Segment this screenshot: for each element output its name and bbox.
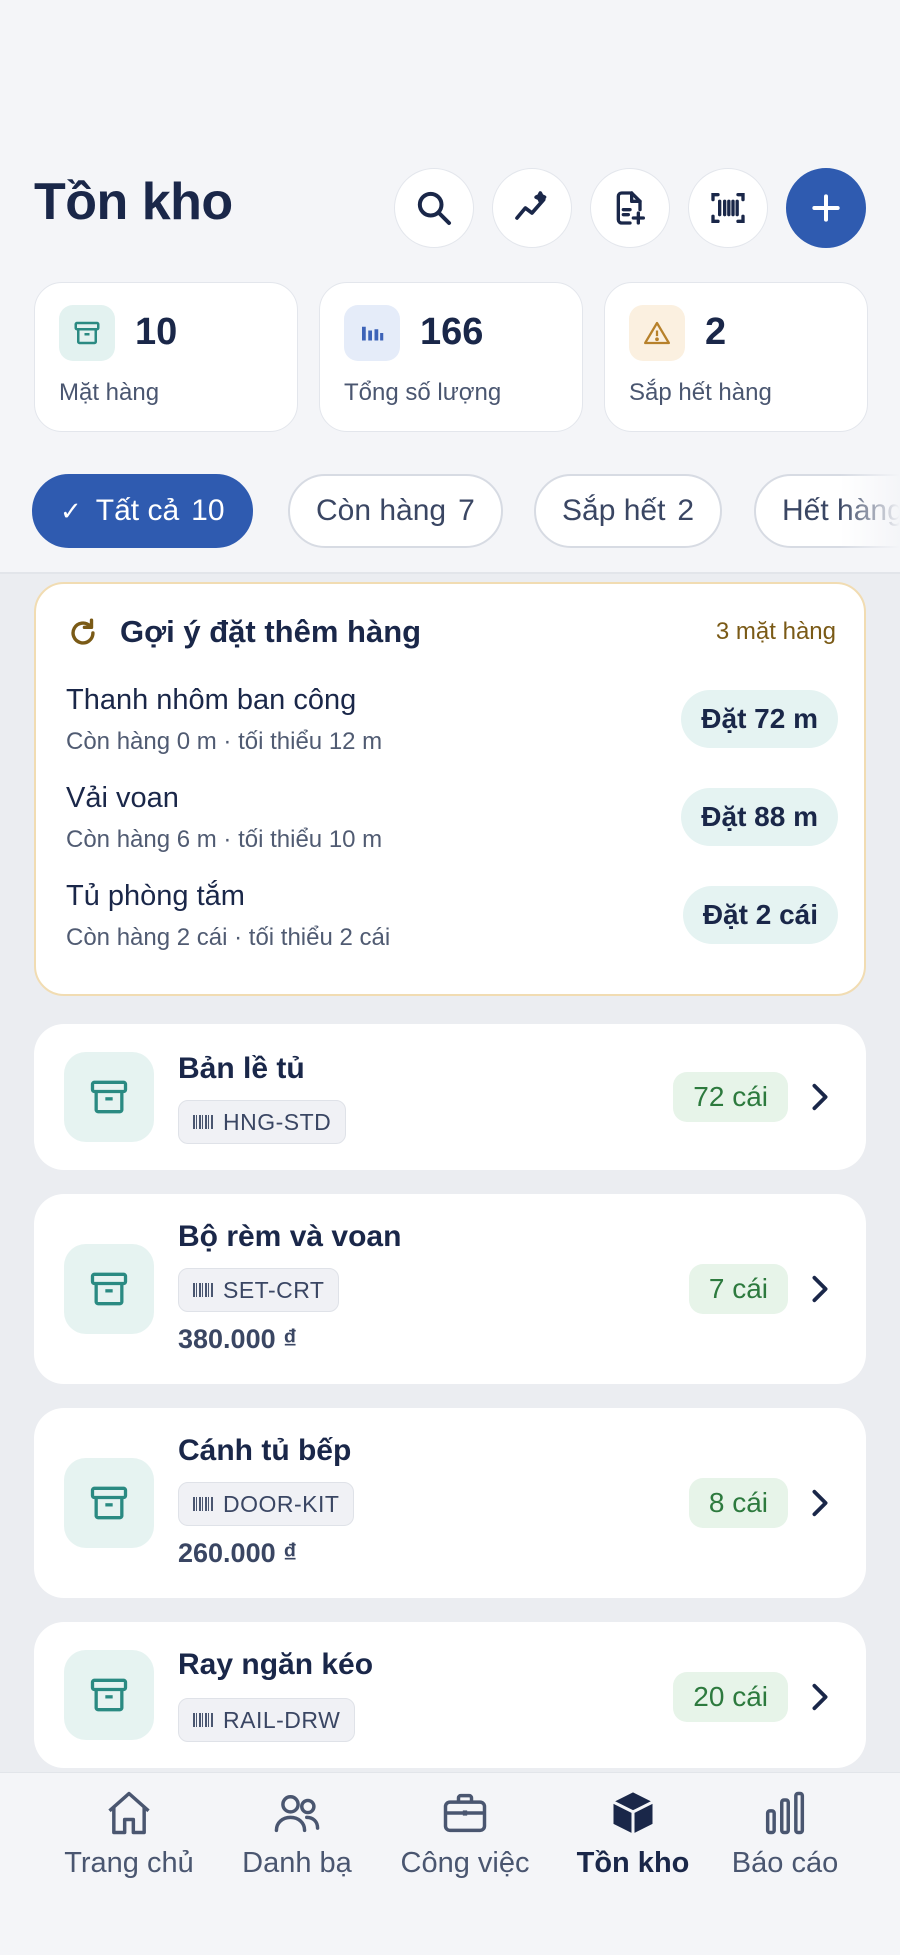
archive-icon — [64, 1650, 154, 1740]
inventory-item[interactable]: Bản lề tủ HNG-STD 72 cái — [34, 1024, 866, 1170]
box-icon — [612, 1792, 654, 1834]
sku-badge: RAIL-DRW — [178, 1698, 356, 1742]
barcode-icon — [193, 1283, 213, 1297]
inventory-item[interactable]: Ray ngăn kéo RAIL-DRW 20 cái — [34, 1622, 866, 1768]
sparkle-trend-icon — [515, 191, 547, 220]
tab-label: Báo cáo — [731, 1847, 839, 1879]
barcode-scan-button[interactable] — [688, 168, 768, 248]
document-plus-icon — [616, 191, 645, 225]
item-price: 380.000 ₫ — [178, 1324, 297, 1354]
header: Tồn kho 10 Mặt hàng 166 Tổng số lượng 2 … — [0, 0, 900, 572]
suggestion-detail: Còn hàng 2 cái · tối thiểu 2 cái — [66, 924, 391, 951]
filter-chip-in-stock[interactable]: Còn hàng 7 — [288, 474, 503, 548]
archive-icon — [59, 305, 115, 361]
item-name: Cánh tủ bếp — [178, 1434, 352, 1467]
refresh-icon — [71, 618, 95, 645]
item-name: Bộ rèm và voan — [178, 1220, 402, 1253]
barcode-icon — [193, 1497, 213, 1511]
barcode-icon — [193, 1713, 213, 1727]
stat-card-items[interactable]: 10 Mặt hàng — [34, 282, 298, 432]
sku-badge: DOOR-KIT — [178, 1482, 355, 1526]
order-button[interactable]: Đặt 88 m — [681, 788, 838, 846]
analytics-button[interactable] — [492, 168, 572, 248]
tab-label: Tồn kho — [576, 1847, 690, 1879]
stat-value: 166 — [420, 311, 484, 353]
add-item-button[interactable] — [786, 168, 866, 248]
home-icon — [108, 1791, 150, 1835]
tab-label: Danh bạ — [242, 1847, 352, 1879]
tab-reports[interactable]: Báo cáo — [700, 1787, 870, 1897]
order-button[interactable]: Đặt 2 cái — [682, 886, 838, 944]
filter-chips: ✓ Tất cả 10 Còn hàng 7 Sắp hết 2 Hết hàn… — [32, 474, 900, 548]
suggestion-name: Thanh nhôm ban công — [66, 684, 357, 716]
suggestion-name: Vải voan — [66, 782, 179, 814]
chevron-right-icon — [812, 1683, 828, 1711]
tab-home[interactable]: Trang chủ — [44, 1787, 214, 1897]
sku-badge: HNG-STD — [178, 1100, 347, 1144]
suggestion-name: Tủ phòng tắm — [66, 880, 245, 912]
archive-icon — [64, 1244, 154, 1334]
warning-icon — [629, 305, 685, 361]
quantity-badge: 20 cái — [673, 1672, 788, 1722]
quantity-badge: 8 cái — [688, 1478, 788, 1528]
stat-label: Tổng số lượng — [344, 379, 502, 406]
chart-icon — [765, 1791, 805, 1835]
suggestions-title: Gợi ý đặt thêm hàng — [120, 614, 422, 649]
chevron-right-icon — [812, 1275, 828, 1303]
tab-label: Công việc — [400, 1847, 530, 1879]
suggestions-count: 3 mặt hàng — [715, 618, 836, 645]
quantity-badge: 72 cái — [673, 1072, 788, 1122]
inventory-item[interactable]: Cánh tủ bếp DOOR-KIT 260.000 ₫ 8 cái — [34, 1408, 866, 1598]
tab-jobs[interactable]: Công việc — [380, 1787, 550, 1897]
item-name: Ray ngăn kéo — [178, 1648, 374, 1681]
order-button[interactable]: Đặt 72 m — [681, 690, 838, 748]
add-document-button[interactable] — [590, 168, 670, 248]
plus-icon — [812, 194, 840, 222]
barcode-icon — [711, 193, 745, 223]
stat-card-quantity[interactable]: 166 Tổng số lượng — [319, 282, 583, 432]
search-icon — [417, 191, 451, 225]
chips-fade — [840, 470, 900, 552]
stat-value: 10 — [135, 311, 178, 353]
stat-label: Mặt hàng — [59, 379, 160, 406]
suggestion-detail: Còn hàng 0 m · tối thiểu 12 m — [66, 728, 383, 755]
chevron-right-icon — [812, 1489, 828, 1517]
suggestion-detail: Còn hàng 6 m · tối thiểu 10 m — [66, 826, 383, 853]
page-title: Tồn kho — [34, 173, 233, 231]
item-name: Bản lề tủ — [178, 1052, 305, 1085]
filter-chip-low-stock[interactable]: Sắp hết 2 — [534, 474, 723, 548]
tab-inventory[interactable]: Tồn kho — [548, 1787, 718, 1897]
suggestion-row: Vải voan Còn hàng 6 m · tối thiểu 10 m Đ… — [66, 782, 838, 862]
chevron-right-icon — [812, 1083, 828, 1111]
stat-label: Sắp hết hàng — [629, 379, 772, 406]
suggestion-row: Tủ phòng tắm Còn hàng 2 cái · tối thiểu … — [66, 880, 838, 960]
inventory-item[interactable]: Bộ rèm và voan SET-CRT 380.000 ₫ 7 cái — [34, 1194, 866, 1384]
suggestion-row: Thanh nhôm ban công Còn hàng 0 m · tối t… — [66, 684, 838, 764]
barcode-icon — [193, 1115, 213, 1129]
tab-label: Trang chủ — [64, 1847, 194, 1879]
quantity-badge: 7 cái — [688, 1264, 788, 1314]
filter-chip-all[interactable]: ✓ Tất cả 10 — [32, 474, 253, 548]
search-button[interactable] — [394, 168, 474, 248]
briefcase-icon — [443, 1793, 487, 1833]
bottom-tab-bar: Trang chủ Danh bạ Công việc Tồn kho Báo … — [0, 1772, 900, 1955]
archive-icon — [64, 1052, 154, 1142]
contacts-icon — [274, 1795, 320, 1833]
check-icon: ✓ — [60, 495, 82, 526]
tab-contacts[interactable]: Danh bạ — [212, 1787, 382, 1897]
reorder-suggestions-card: Gợi ý đặt thêm hàng 3 mặt hàng Thanh nhô… — [34, 582, 866, 996]
stat-card-low-stock[interactable]: 2 Sắp hết hàng — [604, 282, 868, 432]
item-price: 260.000 ₫ — [178, 1538, 297, 1568]
archive-icon — [64, 1458, 154, 1548]
sku-badge: SET-CRT — [178, 1268, 340, 1312]
bars-icon — [344, 305, 400, 361]
stat-value: 2 — [705, 311, 727, 353]
